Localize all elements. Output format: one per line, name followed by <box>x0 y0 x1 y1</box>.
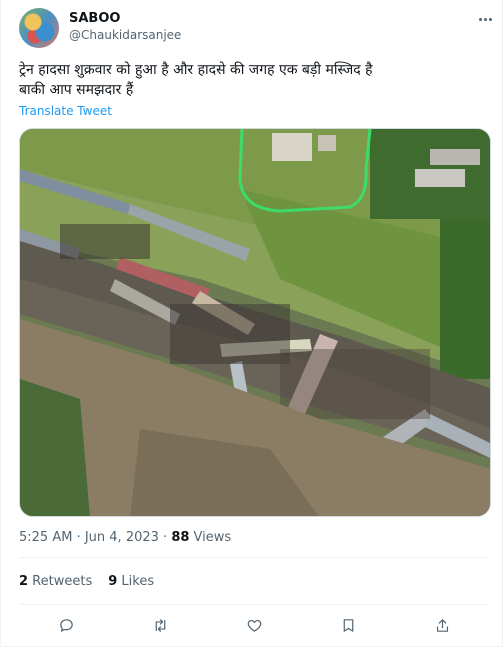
tweet-stats: 2 Retweets 9 Likes <box>19 574 154 589</box>
tweet-metadata: 5:25 AM · Jun 4, 2023 · 88 Views <box>19 530 231 545</box>
reply-icon <box>59 618 73 632</box>
bookmark-icon <box>343 618 353 632</box>
divider <box>19 604 489 605</box>
tweet-date[interactable]: Jun 4, 2023 <box>85 530 159 545</box>
retweets-count: 2 <box>19 574 29 589</box>
like-button[interactable] <box>239 610 269 640</box>
tweet-card: SABOO @Chaukidarsanjee ट्रेन हादसा शुक्र… <box>0 0 503 647</box>
author-display-name[interactable]: SABOO <box>69 11 120 26</box>
retweet-icon <box>155 618 165 632</box>
avatar[interactable] <box>19 8 59 48</box>
likes-label: Likes <box>117 574 155 589</box>
divider <box>19 557 489 558</box>
author-handle[interactable]: @Chaukidarsanjee <box>69 28 181 42</box>
share-button[interactable] <box>427 610 457 640</box>
meta-separator: · <box>72 530 85 545</box>
share-icon <box>436 618 448 632</box>
heart-icon <box>247 619 261 632</box>
retweets-label: Retweets <box>28 574 93 589</box>
meta-separator: · <box>158 530 172 545</box>
more-options-icon[interactable] <box>474 10 496 28</box>
views-count: 88 <box>171 530 190 545</box>
translate-tweet-link[interactable]: Translate Tweet <box>19 104 112 118</box>
reply-button[interactable] <box>51 610 81 640</box>
tweet-text: ट्रेन हादसा शुक्रवार को हुआ है और हादसे … <box>19 62 373 98</box>
bookmark-button[interactable] <box>333 610 363 640</box>
views-label: Views <box>189 530 232 545</box>
train-accident-aerial-image <box>20 129 490 516</box>
likes-stat[interactable]: 9 Likes <box>108 574 154 589</box>
retweets-stat[interactable]: 2 Retweets <box>19 574 92 589</box>
tweet-time[interactable]: 5:25 AM <box>19 530 72 545</box>
retweet-button[interactable] <box>145 610 175 640</box>
likes-count: 9 <box>108 574 118 589</box>
tweet-actions-bar <box>19 610 489 640</box>
tweet-media-photo[interactable] <box>19 128 491 517</box>
